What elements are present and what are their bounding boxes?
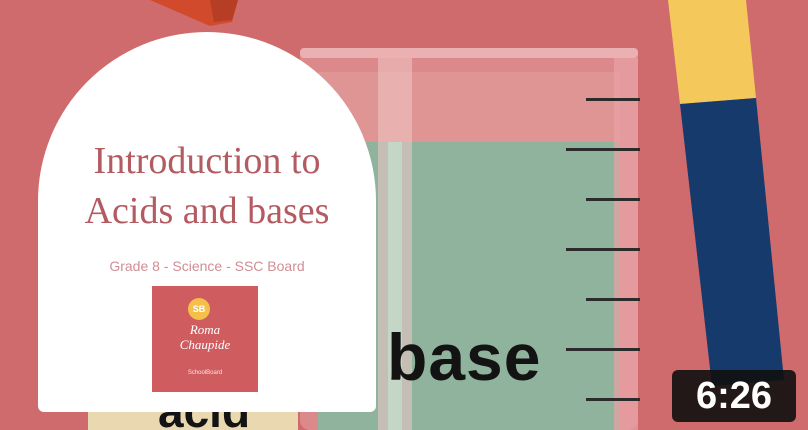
title-card: Introduction to Acids and bases Grade 8 …	[38, 32, 376, 412]
base-word: base	[387, 320, 542, 394]
beaker-wall	[614, 58, 638, 430]
logo-badge-icon: SB	[188, 298, 210, 320]
title-line-2: Acids and bases	[84, 190, 330, 232]
title-line-1: Introduction to	[93, 140, 321, 182]
video-subtitle: Grade 8 - Science - SSC Board	[109, 258, 305, 274]
beaker-rim	[300, 48, 638, 58]
video-title: Introduction to Acids and bases	[38, 136, 376, 236]
ph-strip-icon	[668, 0, 784, 386]
orange-tag-shadow	[210, 0, 238, 22]
video-thumbnail[interactable]: acid base Introduction to Acids and base…	[0, 0, 808, 430]
logo-tag: SchoolBoard	[187, 370, 223, 376]
duration-badge: 6:26	[672, 370, 796, 422]
channel-logo: SB Roma Chaupide SchoolBoard	[152, 286, 258, 392]
logo-name: Roma Chaupide	[179, 322, 231, 352]
